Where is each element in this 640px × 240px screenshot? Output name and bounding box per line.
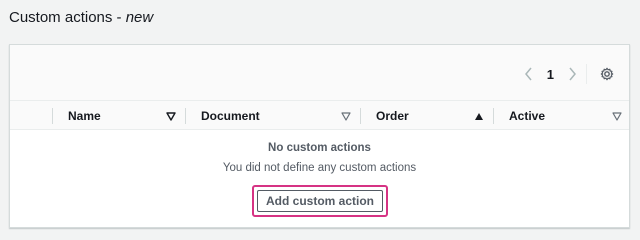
column-header-order[interactable]: Order: [360, 101, 493, 131]
chevron-right-icon[interactable]: [564, 66, 580, 82]
column-divider: [52, 108, 53, 124]
column-label: Order: [376, 109, 409, 123]
sort-ascending-icon[interactable]: [473, 110, 485, 122]
column-label: Document: [201, 109, 260, 123]
sort-unsorted-icon[interactable]: [340, 110, 352, 122]
page-title-separator: -: [112, 9, 126, 26]
add-custom-action-button[interactable]: Add custom action: [257, 190, 383, 212]
pagination: 1: [521, 64, 615, 84]
column-divider: [185, 108, 186, 124]
column-header-document[interactable]: Document: [185, 101, 360, 131]
empty-state: No custom actions You did not define any…: [10, 140, 629, 176]
page-number-current[interactable]: 1: [547, 67, 554, 82]
column-header-name[interactable]: Name: [52, 101, 185, 131]
table-header-row: Name Document Order Active: [10, 100, 629, 130]
page-title-suffix: new: [125, 9, 154, 26]
page-title: Custom actions - new: [9, 8, 153, 28]
empty-state-title: No custom actions: [268, 142, 371, 154]
pagination-divider: [586, 64, 587, 84]
column-label: Name: [68, 109, 101, 123]
page-title-text: Custom actions: [9, 9, 113, 26]
custom-actions-table-container: 1 Name Document Order Active No custom a…: [9, 44, 630, 228]
chevron-left-icon[interactable]: [521, 66, 537, 82]
column-divider: [493, 108, 494, 124]
column-divider: [360, 108, 361, 124]
table-header-bar: 1: [10, 45, 629, 100]
sort-unsorted-icon[interactable]: [611, 110, 623, 122]
gear-icon[interactable]: [599, 66, 615, 82]
sort-unsorted-icon[interactable]: [165, 110, 177, 122]
empty-state-message: You did not define any custom actions: [222, 162, 417, 174]
add-button-highlight: Add custom action: [252, 185, 388, 217]
column-label: Active: [509, 109, 546, 123]
column-header-active[interactable]: Active: [493, 101, 631, 131]
